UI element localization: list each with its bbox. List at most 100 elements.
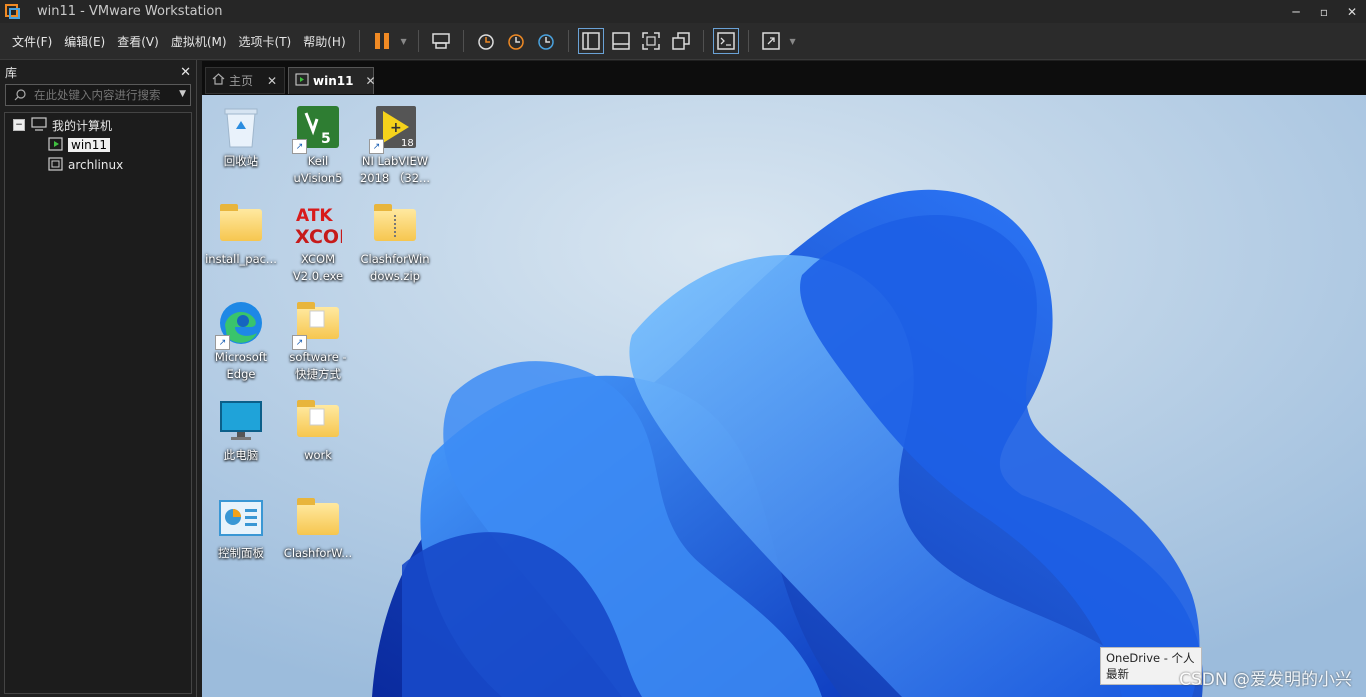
desktop-icon-label: install_pac... [205,252,277,266]
tab-label: 主页 [229,74,254,88]
minimize-button[interactable]: ─ [1282,0,1310,23]
library-close-icon[interactable]: ✕ [180,65,191,80]
monitor-icon [217,397,265,445]
desktop-icon-labview[interactable]: +18 ↗ NI LabVIEW 2018 （32... [357,103,433,187]
library-search-input[interactable] [32,87,176,103]
tree-item-my-computer[interactable]: − 我的计算机 [5,115,191,135]
tab-vm[interactable]: win11 ✕ [288,67,376,94]
vm-icon [48,156,64,174]
tab-label: win11 [313,74,354,88]
snapshot-take-icon[interactable] [471,26,501,56]
menu-tabs[interactable]: 选项卡(T) [233,23,298,59]
show-library-icon[interactable] [576,26,606,56]
power-dropdown-chevron-icon[interactable]: ▼ [397,26,411,56]
snapshot-revert-icon[interactable] [501,26,531,56]
tree-label: win11 [68,138,111,152]
folder-icon [217,201,265,249]
svg-text:5: 5 [321,131,331,147]
shortcut-arrow-icon: ↗ [292,139,307,154]
xcom-icon: ATKXCOM [294,201,358,249]
folder-icon [294,397,342,445]
vm-running-icon [48,136,64,154]
vm-running-icon [295,73,309,89]
menu-file[interactable]: 文件(F) [6,23,58,59]
search-dropdown-chevron-icon[interactable]: ▼ [179,89,186,99]
library-title: 库 [5,65,18,80]
toolbar-separator [462,30,464,52]
desktop-icon-label: work [304,448,332,462]
svg-text:18: 18 [401,138,414,149]
desktop-icon-xcom[interactable]: ATKXCOM XCOM V2.0.exe [280,201,358,285]
keil-icon: 5 ↗ [292,103,342,154]
desktop-icon-control-panel[interactable]: 控制面板 [203,495,279,562]
title-bar: win11 - VMware Workstation ─ ▫ ✕ [0,0,1366,23]
desktop-icon-label: NI LabVIEW 2018 （32... [359,154,431,185]
shortcut-arrow-icon: ↗ [292,335,307,350]
desktop-icon-label: 控制面板 [218,546,264,560]
desktop-icon-software-shortcut[interactable]: ↗ software - 快捷方式 [280,299,356,383]
library-search: ▼ [5,84,191,106]
folder-icon: ↗ [292,299,342,350]
menu-vm[interactable]: 虚拟机(M) [165,23,233,59]
close-tab-icon[interactable]: ✕ [365,74,375,88]
control-panel-icon [217,495,265,543]
toolbar-separator [358,30,360,52]
tab-bar: 主页 ✕ win11 ✕ [202,61,1366,95]
desktop-icon-work[interactable]: work [280,397,356,464]
svg-text:ATK: ATK [296,206,333,226]
desktop-icon-edge[interactable]: ↗ Microsoft Edge [203,299,279,383]
menu-view[interactable]: 查看(V) [111,23,165,59]
desktop-icon-keil[interactable]: 5 ↗ Keil uVision5 [280,103,356,187]
tab-home[interactable]: 主页 ✕ [205,67,285,94]
labview-icon: +18 ↗ [369,103,419,154]
library-tree: − 我的计算机 win11 archlinux [4,112,192,694]
svg-text:XCOM: XCOM [295,226,342,248]
edge-icon: ↗ [215,299,265,350]
close-button[interactable]: ✕ [1338,0,1366,23]
desktop-icon-recycle-bin[interactable]: 回收站 [203,103,279,170]
toolbar-separator [702,30,704,52]
desktop-icon-label: software - 快捷方式 [289,350,347,381]
desktop-icon-this-pc[interactable]: 此电脑 [203,397,279,464]
menu-help[interactable]: 帮助(H) [297,23,351,59]
home-icon [212,73,225,88]
menu-edit[interactable]: 编辑(E) [58,23,111,59]
tree-label: archlinux [68,158,124,172]
tree-label: 我的计算机 [52,118,113,133]
shortcut-arrow-icon: ↗ [369,139,384,154]
tree-item-vm[interactable]: archlinux [5,155,191,175]
desktop-icon-label: 回收站 [223,154,259,168]
shortcut-arrow-icon: ↗ [215,335,230,350]
maximize-button[interactable]: ▫ [1310,0,1338,23]
desktop-icon-label: Keil uVision5 [293,154,343,185]
toolbar-separator [417,30,419,52]
zip-folder-icon [371,201,419,249]
desktop-icon-clash-folder[interactable]: ClashforW... [280,495,356,562]
guest-desktop[interactable]: 回收站 5 ↗ Keil uVision5 +18 ↗ NI LabVIEW 2… [202,95,1366,697]
desktop-icon-clash-zip[interactable]: ClashforWin dows.zip [357,201,433,285]
recycle-bin-icon [217,103,265,151]
svg-text:+: + [390,120,402,136]
desktop-icon-install-package[interactable]: install_pac... [203,201,279,268]
console-view-icon[interactable] [711,26,741,56]
stretch-guest-icon[interactable] [756,26,786,56]
pause-icon[interactable] [367,26,397,56]
vmware-logo-icon [5,3,21,20]
toolbar-separator [747,30,749,52]
watermark: CSDN @爱发明的小兴 [1179,670,1352,690]
close-tab-icon[interactable]: ✕ [267,74,277,88]
tree-item-vm[interactable]: win11 [5,135,191,155]
collapse-icon[interactable]: − [13,119,25,131]
folder-icon [294,495,342,543]
window-title: win11 - VMware Workstation [37,4,223,19]
desktop-icon-label: XCOM V2.0.exe [292,252,344,283]
fullscreen-icon[interactable] [636,26,666,56]
search-icon [14,86,26,105]
library-panel: 库 ✕ ▼ − 我的计算机 win11 archlinux [0,60,197,697]
unity-mode-icon[interactable] [666,26,696,56]
thumbnail-bar-icon[interactable] [606,26,636,56]
tooltip-line: OneDrive - 个人 [1106,651,1195,665]
send-ctrl-alt-del-icon[interactable] [426,26,456,56]
stretch-dropdown-chevron-icon[interactable]: ▼ [786,26,800,56]
snapshot-manager-icon[interactable] [531,26,561,56]
